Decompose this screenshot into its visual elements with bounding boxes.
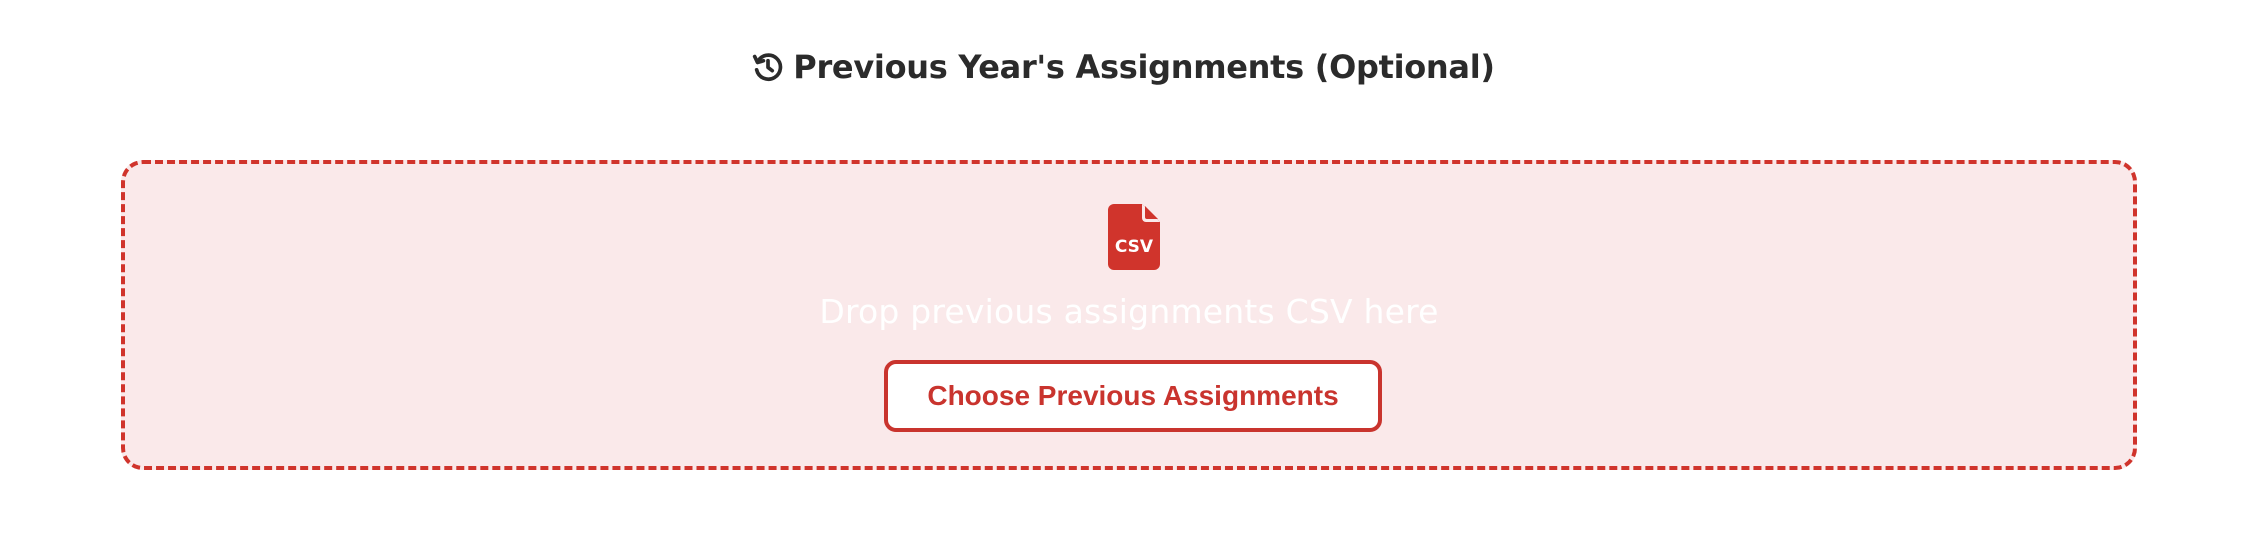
section-title: Previous Year's Assignments (Optional) [793, 48, 1495, 86]
csv-dropzone[interactable]: CSV Drop previous assignments CSV here C… [121, 160, 2137, 470]
choose-previous-assignments-button[interactable]: Choose Previous Assignments [884, 360, 1382, 432]
csv-file-icon: CSV [1108, 204, 1160, 270]
drop-prompt: Drop previous assignments CSV here [819, 292, 1439, 331]
history-icon [751, 50, 785, 84]
csv-icon-label: CSV [1115, 237, 1154, 257]
section-header: Previous Year's Assignments (Optional) [0, 48, 2246, 86]
